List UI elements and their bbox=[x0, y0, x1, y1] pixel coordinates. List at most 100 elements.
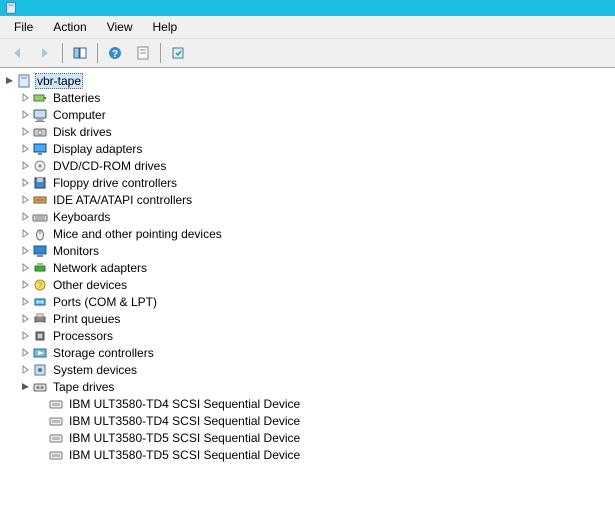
panel-icon bbox=[72, 45, 88, 61]
root-label: vbr-tape bbox=[35, 73, 83, 89]
tape-drive-icon bbox=[32, 379, 48, 395]
computer-icon bbox=[16, 73, 32, 89]
battery-icon bbox=[32, 90, 48, 106]
tape-device-icon bbox=[48, 413, 64, 429]
tree-category[interactable]: Processors bbox=[4, 327, 615, 344]
help-button[interactable] bbox=[102, 40, 128, 66]
menu-action[interactable]: Action bbox=[43, 17, 96, 37]
collapse-icon[interactable] bbox=[4, 76, 14, 86]
mouse-icon bbox=[32, 226, 48, 242]
tree-device[interactable]: IBM ULT3580-TD5 SCSI Sequential Device bbox=[4, 429, 615, 446]
tree-category[interactable]: Batteries bbox=[4, 89, 615, 106]
tree-category[interactable]: Computer bbox=[4, 106, 615, 123]
tree-category[interactable]: Network adapters bbox=[4, 259, 615, 276]
scan-icon bbox=[170, 45, 186, 61]
tree-category[interactable]: Other devices bbox=[4, 276, 615, 293]
tree-category[interactable]: Mice and other pointing devices bbox=[4, 225, 615, 242]
expand-icon[interactable] bbox=[20, 212, 30, 222]
show-hide-tree-button[interactable] bbox=[67, 40, 93, 66]
tree-category[interactable]: Disk drives bbox=[4, 123, 615, 140]
menu-bar: File Action View Help bbox=[0, 16, 615, 39]
expand-icon[interactable] bbox=[20, 263, 30, 273]
cpu-icon bbox=[32, 328, 48, 344]
floppy-icon bbox=[32, 175, 48, 191]
properties-button[interactable] bbox=[130, 40, 156, 66]
expand-icon[interactable] bbox=[20, 93, 30, 103]
category-label: Other devices bbox=[51, 278, 129, 292]
tree-category[interactable]: Floppy drive controllers bbox=[4, 174, 615, 191]
expand-icon[interactable] bbox=[20, 297, 30, 307]
printer-icon bbox=[32, 311, 48, 327]
expand-icon[interactable] bbox=[20, 365, 30, 375]
expand-icon[interactable] bbox=[20, 144, 30, 154]
scan-hardware-button[interactable] bbox=[165, 40, 191, 66]
tree-device[interactable]: IBM ULT3580-TD4 SCSI Sequential Device bbox=[4, 395, 615, 412]
device-label: IBM ULT3580-TD4 SCSI Sequential Device bbox=[67, 397, 302, 411]
help-icon bbox=[107, 45, 123, 61]
disk-icon bbox=[32, 124, 48, 140]
tree-category-tape-drives[interactable]: Tape drives bbox=[4, 378, 615, 395]
expand-icon[interactable] bbox=[20, 331, 30, 341]
tree-category[interactable]: Monitors bbox=[4, 242, 615, 259]
monitor-icon bbox=[32, 243, 48, 259]
menu-view[interactable]: View bbox=[97, 17, 143, 37]
optical-icon bbox=[32, 158, 48, 174]
expand-icon[interactable] bbox=[20, 246, 30, 256]
category-label: Storage controllers bbox=[51, 346, 156, 360]
tree-category[interactable]: IDE ATA/ATAPI controllers bbox=[4, 191, 615, 208]
category-label: DVD/CD-ROM drives bbox=[51, 159, 168, 173]
tree-category[interactable]: System devices bbox=[4, 361, 615, 378]
tape-device-icon bbox=[48, 430, 64, 446]
tree-category[interactable]: Print queues bbox=[4, 310, 615, 327]
category-label: Disk drives bbox=[51, 125, 114, 139]
expand-icon[interactable] bbox=[20, 161, 30, 171]
forward-button bbox=[32, 40, 58, 66]
expand-icon[interactable] bbox=[20, 314, 30, 324]
tree-category[interactable]: DVD/CD-ROM drives bbox=[4, 157, 615, 174]
category-label: Ports (COM & LPT) bbox=[51, 295, 159, 309]
category-label: Network adapters bbox=[51, 261, 149, 275]
device-label: IBM ULT3580-TD5 SCSI Sequential Device bbox=[67, 448, 302, 462]
category-label: Computer bbox=[51, 108, 108, 122]
tree-category[interactable]: Ports (COM & LPT) bbox=[4, 293, 615, 310]
toolbar-separator bbox=[62, 43, 63, 63]
tree-device[interactable]: IBM ULT3580-TD4 SCSI Sequential Device bbox=[4, 412, 615, 429]
expand-icon[interactable] bbox=[20, 195, 30, 205]
port-icon bbox=[32, 294, 48, 310]
category-label: Tape drives bbox=[51, 380, 116, 394]
expand-icon[interactable] bbox=[20, 127, 30, 137]
tree-category[interactable]: Display adapters bbox=[4, 140, 615, 157]
expand-icon[interactable] bbox=[20, 178, 30, 188]
category-label: Floppy drive controllers bbox=[51, 176, 179, 190]
back-button bbox=[4, 40, 30, 66]
device-tree[interactable]: vbr-tape Batteries Computer Disk drives Dis… bbox=[0, 68, 615, 514]
tape-device-icon bbox=[48, 447, 64, 463]
expand-icon[interactable] bbox=[20, 110, 30, 120]
ide-icon bbox=[32, 192, 48, 208]
category-label: IDE ATA/ATAPI controllers bbox=[51, 193, 194, 207]
device-label: IBM ULT3580-TD5 SCSI Sequential Device bbox=[67, 431, 302, 445]
menu-file[interactable]: File bbox=[4, 17, 43, 37]
category-label: Batteries bbox=[51, 91, 102, 105]
menu-help[interactable]: Help bbox=[143, 17, 188, 37]
tree-category[interactable]: Keyboards bbox=[4, 208, 615, 225]
storage-icon bbox=[32, 345, 48, 361]
category-label: Keyboards bbox=[51, 210, 112, 224]
tape-device-icon bbox=[48, 396, 64, 412]
device-label: IBM ULT3580-TD4 SCSI Sequential Device bbox=[67, 414, 302, 428]
arrow-left-icon bbox=[9, 45, 25, 61]
expand-icon[interactable] bbox=[20, 280, 30, 290]
toolbar bbox=[0, 39, 615, 68]
category-label: Display adapters bbox=[51, 142, 144, 156]
expand-icon[interactable] bbox=[20, 229, 30, 239]
properties-icon bbox=[135, 45, 151, 61]
category-label: System devices bbox=[51, 363, 139, 377]
tree-device[interactable]: IBM ULT3580-TD5 SCSI Sequential Device bbox=[4, 446, 615, 463]
tree-root[interactable]: vbr-tape bbox=[4, 72, 615, 89]
toolbar-separator bbox=[97, 43, 98, 63]
tree-category[interactable]: Storage controllers bbox=[4, 344, 615, 361]
expand-icon[interactable] bbox=[20, 348, 30, 358]
computer-icon bbox=[32, 107, 48, 123]
collapse-icon[interactable] bbox=[20, 382, 30, 392]
toolbar-separator bbox=[160, 43, 161, 63]
